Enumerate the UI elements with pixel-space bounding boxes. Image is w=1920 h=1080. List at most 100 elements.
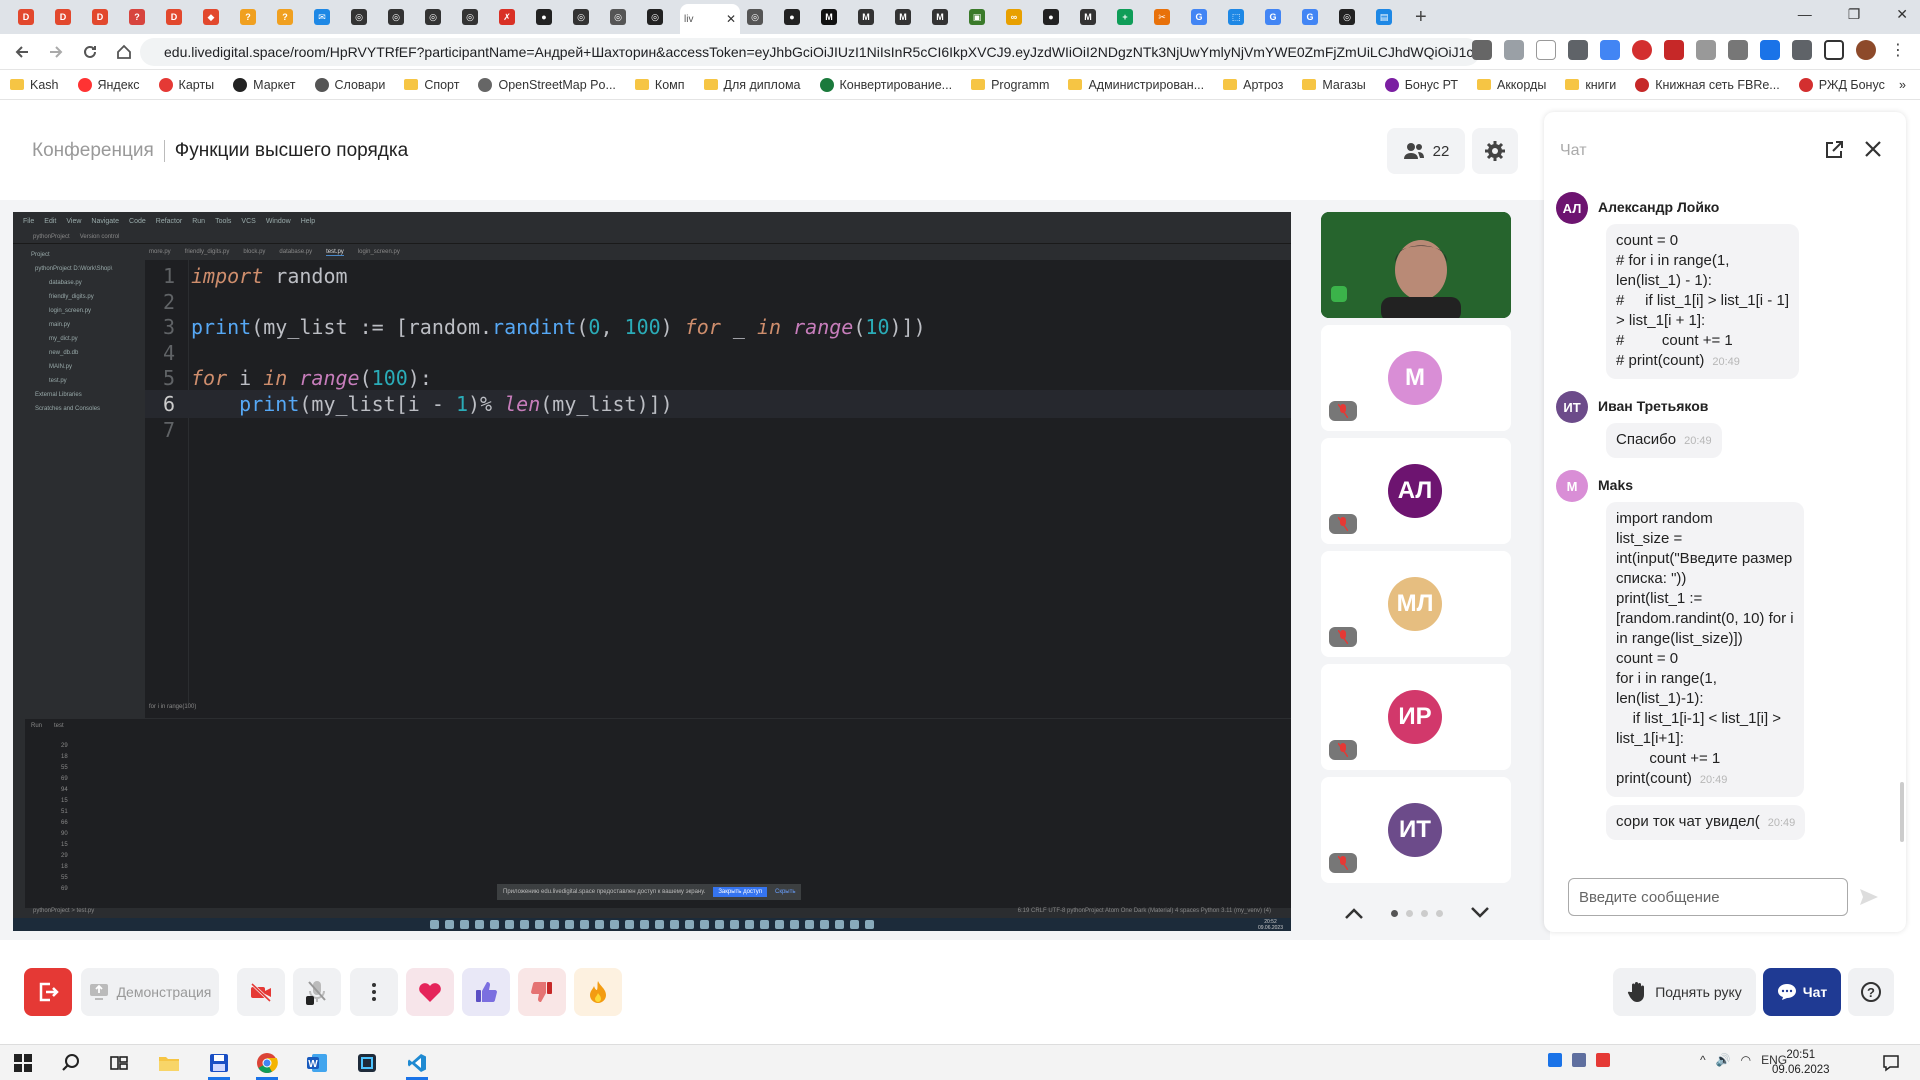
bookmark-item[interactable]: Спорт bbox=[404, 78, 459, 92]
chevron-up-icon[interactable] bbox=[1344, 906, 1364, 920]
participant-tile[interactable]: МЛ bbox=[1321, 551, 1511, 657]
bookmark-item[interactable]: Администрирован... bbox=[1068, 78, 1204, 92]
reaction-dislike-button[interactable] bbox=[518, 968, 566, 1016]
breadcrumb-parent[interactable]: Конференция bbox=[32, 140, 154, 162]
leave-call-button[interactable] bbox=[24, 968, 72, 1016]
chat-message-input[interactable]: Введите сообщение bbox=[1568, 878, 1848, 916]
bookmark-item[interactable]: Аккорды bbox=[1477, 78, 1546, 92]
browser-tab[interactable]: ◎ bbox=[569, 4, 603, 30]
reaction-fire-button[interactable] bbox=[574, 968, 622, 1016]
browser-tab[interactable]: ▤ bbox=[1372, 4, 1406, 30]
back-icon[interactable] bbox=[10, 40, 34, 64]
browser-tab[interactable]: ⬚ bbox=[1224, 4, 1258, 30]
notifications-icon[interactable] bbox=[1878, 1051, 1904, 1075]
reaction-heart-button[interactable] bbox=[406, 968, 454, 1016]
participant-tile[interactable]: ИР bbox=[1321, 664, 1511, 770]
help-button[interactable]: ? bbox=[1848, 968, 1894, 1016]
tray-app-icon[interactable] bbox=[1572, 1053, 1586, 1067]
browser-tab[interactable]: ◎ bbox=[606, 4, 640, 30]
browser-tab-active[interactable]: liv ✕ bbox=[680, 4, 740, 34]
browser-tab[interactable]: G bbox=[1298, 4, 1332, 30]
bookmark-item[interactable]: Kash bbox=[10, 78, 59, 92]
menu-kebab-icon[interactable]: ⋮ bbox=[1888, 40, 1908, 60]
raise-hand-button[interactable]: Поднять руку bbox=[1613, 968, 1756, 1016]
windows-start-icon[interactable] bbox=[10, 1051, 36, 1075]
share-icon[interactable] bbox=[1504, 40, 1524, 60]
wifi-icon[interactable]: ◠ bbox=[1741, 1053, 1751, 1067]
browser-tab[interactable]: ✂ bbox=[1150, 4, 1184, 30]
browser-tab[interactable]: ◎ bbox=[384, 4, 418, 30]
participant-tile[interactable]: М bbox=[1321, 325, 1511, 431]
chat-toggle-button[interactable]: Чат bbox=[1763, 968, 1841, 1016]
browser-tab[interactable]: ● bbox=[780, 4, 814, 30]
tray-sync-icon[interactable] bbox=[1548, 1053, 1562, 1067]
settings-button[interactable] bbox=[1472, 128, 1518, 174]
browser-tab[interactable]: M bbox=[817, 4, 851, 30]
reaction-like-button[interactable] bbox=[462, 968, 510, 1016]
browser-tab[interactable]: M bbox=[891, 4, 925, 30]
minimize-icon[interactable]: — bbox=[1798, 6, 1812, 23]
shield-icon[interactable] bbox=[1760, 40, 1780, 60]
extension-x-icon[interactable] bbox=[1728, 40, 1748, 60]
camera-video-tile[interactable] bbox=[1321, 212, 1511, 318]
cast-icon[interactable] bbox=[1472, 40, 1492, 60]
participant-tile[interactable]: ИТ bbox=[1321, 777, 1511, 883]
bookmark-item[interactable]: Маркет bbox=[233, 77, 296, 92]
browser-tab[interactable]: + bbox=[1113, 4, 1147, 30]
browser-tab[interactable]: ◎ bbox=[458, 4, 492, 30]
bookmark-item[interactable]: Яндекс bbox=[77, 77, 140, 92]
browser-tab[interactable]: ● bbox=[1039, 4, 1073, 30]
url-field[interactable]: edu.livedigital.space/room/HpRVYTRfEF?pa… bbox=[140, 38, 1480, 66]
browser-tab[interactable]: D bbox=[88, 4, 122, 30]
profile-avatar[interactable] bbox=[1856, 40, 1876, 60]
chrome-icon[interactable] bbox=[254, 1051, 280, 1080]
browser-tab[interactable]: ◎ bbox=[421, 4, 455, 30]
more-options-button[interactable] bbox=[350, 968, 398, 1016]
volume-icon[interactable]: 🔊 bbox=[1716, 1053, 1731, 1067]
browser-tab[interactable]: G bbox=[1187, 4, 1221, 30]
file-explorer-icon[interactable] bbox=[156, 1051, 182, 1075]
sidepanel-icon[interactable] bbox=[1824, 40, 1844, 60]
close-icon[interactable] bbox=[1862, 138, 1884, 160]
camera-toggle-button[interactable] bbox=[237, 968, 285, 1016]
bookmark-item[interactable]: Programm bbox=[971, 78, 1049, 92]
send-icon[interactable] bbox=[1858, 886, 1880, 908]
browser-tab[interactable]: ◎ bbox=[643, 4, 677, 30]
browser-tab[interactable]: ? bbox=[125, 4, 159, 30]
restore-icon[interactable]: ❐ bbox=[1848, 6, 1861, 23]
search-icon[interactable] bbox=[58, 1051, 84, 1075]
system-clock[interactable]: 20:51 09.06.2023 bbox=[1772, 1048, 1830, 1078]
bookmarks-more-icon[interactable]: » bbox=[1899, 78, 1906, 92]
browser-tab[interactable]: D bbox=[14, 4, 48, 30]
popout-icon[interactable] bbox=[1824, 140, 1844, 160]
chevron-up-tray-icon[interactable]: ^ bbox=[1700, 1053, 1706, 1067]
extension-red-icon[interactable] bbox=[1632, 40, 1652, 60]
extension-media-icon[interactable] bbox=[1664, 40, 1684, 60]
browser-tab[interactable]: M bbox=[854, 4, 888, 30]
translate-icon[interactable] bbox=[1600, 40, 1620, 60]
bookmark-item[interactable]: Для диплома bbox=[703, 78, 801, 92]
bookmark-item[interactable]: Карты bbox=[158, 77, 214, 92]
browser-tab[interactable]: ◎ bbox=[743, 4, 777, 30]
bookmark-item[interactable]: Бонус РТ bbox=[1384, 77, 1458, 92]
bookmark-item[interactable]: Артроз bbox=[1223, 78, 1283, 92]
browser-tab[interactable]: M bbox=[1076, 4, 1110, 30]
vscode-icon[interactable] bbox=[404, 1051, 430, 1080]
task-view-icon[interactable] bbox=[106, 1051, 132, 1075]
browser-tab[interactable]: ? bbox=[273, 4, 307, 30]
tab-close-icon[interactable]: ✕ bbox=[726, 12, 736, 26]
browser-tab[interactable]: ◎ bbox=[1335, 4, 1369, 30]
new-tab-icon[interactable]: + bbox=[1415, 6, 1427, 29]
browser-tab[interactable]: ∞ bbox=[1002, 4, 1036, 30]
bookmark-item[interactable]: Словари bbox=[314, 77, 385, 92]
home-icon[interactable] bbox=[112, 40, 136, 64]
extension-icon[interactable] bbox=[1568, 40, 1588, 60]
browser-tab[interactable]: ▣ bbox=[965, 4, 999, 30]
browser-tab[interactable]: G bbox=[1261, 4, 1295, 30]
bookmark-item[interactable]: Магазы bbox=[1302, 78, 1366, 92]
bookmark-item[interactable]: OpenStreetMap Po... bbox=[478, 77, 616, 92]
close-window-icon[interactable]: ✕ bbox=[1896, 6, 1908, 23]
mic-toggle-button[interactable] bbox=[293, 968, 341, 1016]
floppy-app-icon[interactable] bbox=[206, 1051, 232, 1080]
bookmark-item[interactable]: Комп bbox=[634, 78, 685, 92]
